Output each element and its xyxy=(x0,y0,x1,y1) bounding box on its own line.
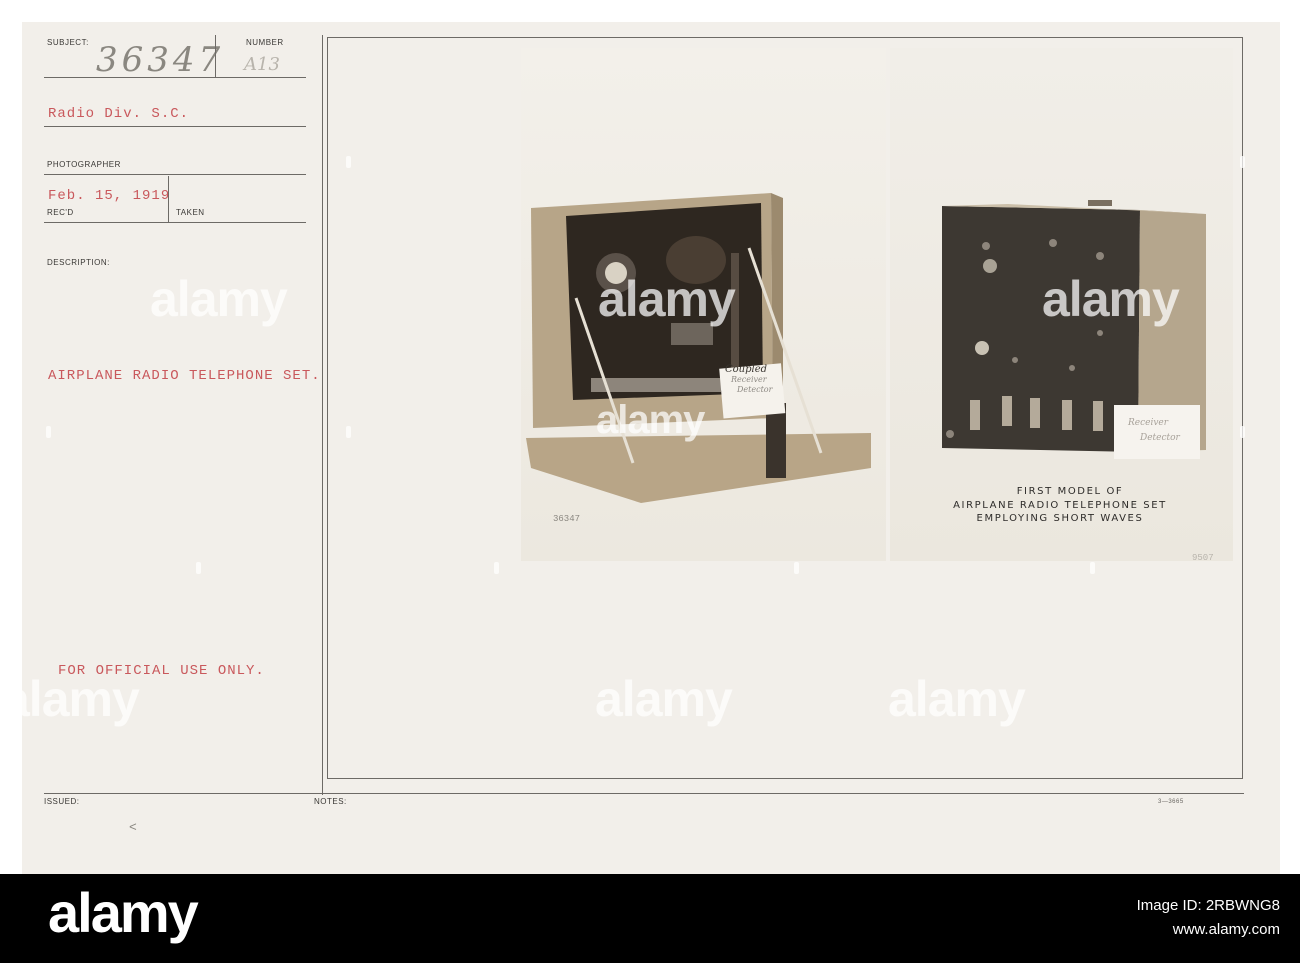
issued-mark: < xyxy=(129,820,137,835)
number-value: A13 xyxy=(244,54,280,75)
watermark-mark xyxy=(46,426,51,438)
description-text: AIRPLANE RADIO TELEPHONE SET. xyxy=(48,368,321,384)
card-label-detector: Detector xyxy=(737,385,773,394)
watermark: alamy xyxy=(595,671,733,727)
divider xyxy=(215,35,216,77)
date-text: Feb. 15, 1919 xyxy=(48,188,171,204)
divider xyxy=(44,222,306,223)
print-number: 9507 xyxy=(1192,553,1214,563)
notes-label: NOTES: xyxy=(314,797,347,806)
caption-line-3: EMPLOYING SHORT WAVES xyxy=(976,513,1144,524)
form-code: 3—3665 xyxy=(1158,799,1184,805)
watermark: alamy xyxy=(150,271,288,327)
watermark-mark xyxy=(1240,156,1245,168)
card-label-receiver: Receiver xyxy=(1128,418,1169,428)
subject-label: SUBJECT: xyxy=(47,38,89,47)
watermark-mark xyxy=(196,562,201,574)
recd-label: REC'D xyxy=(47,208,74,217)
department-text: Radio Div. S.C. xyxy=(48,106,190,122)
watermark-mark xyxy=(346,156,351,168)
watermark-mark xyxy=(346,426,351,438)
issued-label: ISSUED: xyxy=(44,797,80,806)
watermark: alamy xyxy=(598,271,736,327)
image-id-text: Image ID: 2RBWNG8 xyxy=(1136,897,1280,914)
watermark-mark xyxy=(494,562,499,574)
watermark: alamy xyxy=(888,671,1026,727)
negative-number: 36347 xyxy=(553,514,581,524)
card-label-coupled: Coupled xyxy=(725,364,768,375)
watermark: alamy xyxy=(596,398,705,442)
watermark-mark xyxy=(1240,426,1245,438)
caption-line-1: FIRST MODEL OF xyxy=(1016,486,1124,497)
stock-logo: alamy xyxy=(48,881,199,944)
divider xyxy=(168,176,169,222)
photographer-label: PHOTOGRAPHER xyxy=(47,160,121,169)
card-label-detector: Detector xyxy=(1140,433,1180,443)
divider xyxy=(44,77,306,78)
card-label-receiver: Receiver xyxy=(731,375,767,384)
watermark: alamy xyxy=(1042,271,1180,327)
taken-label: TAKEN xyxy=(176,208,205,217)
number-label: NUMBER xyxy=(246,38,284,47)
description-label: DESCRIPTION: xyxy=(47,258,110,267)
divider xyxy=(44,174,306,175)
divider xyxy=(44,126,306,127)
caption-line-2: AIRPLANE RADIO TELEPHONE SET xyxy=(953,500,1167,511)
watermark: alamy xyxy=(2,671,140,727)
watermark-mark xyxy=(794,562,799,574)
subject-number-handwritten: 36347 xyxy=(96,40,225,80)
column-divider xyxy=(322,35,323,795)
divider xyxy=(44,793,1244,794)
watermark-mark xyxy=(1090,562,1095,574)
stock-url: www.alamy.com xyxy=(1172,921,1280,938)
